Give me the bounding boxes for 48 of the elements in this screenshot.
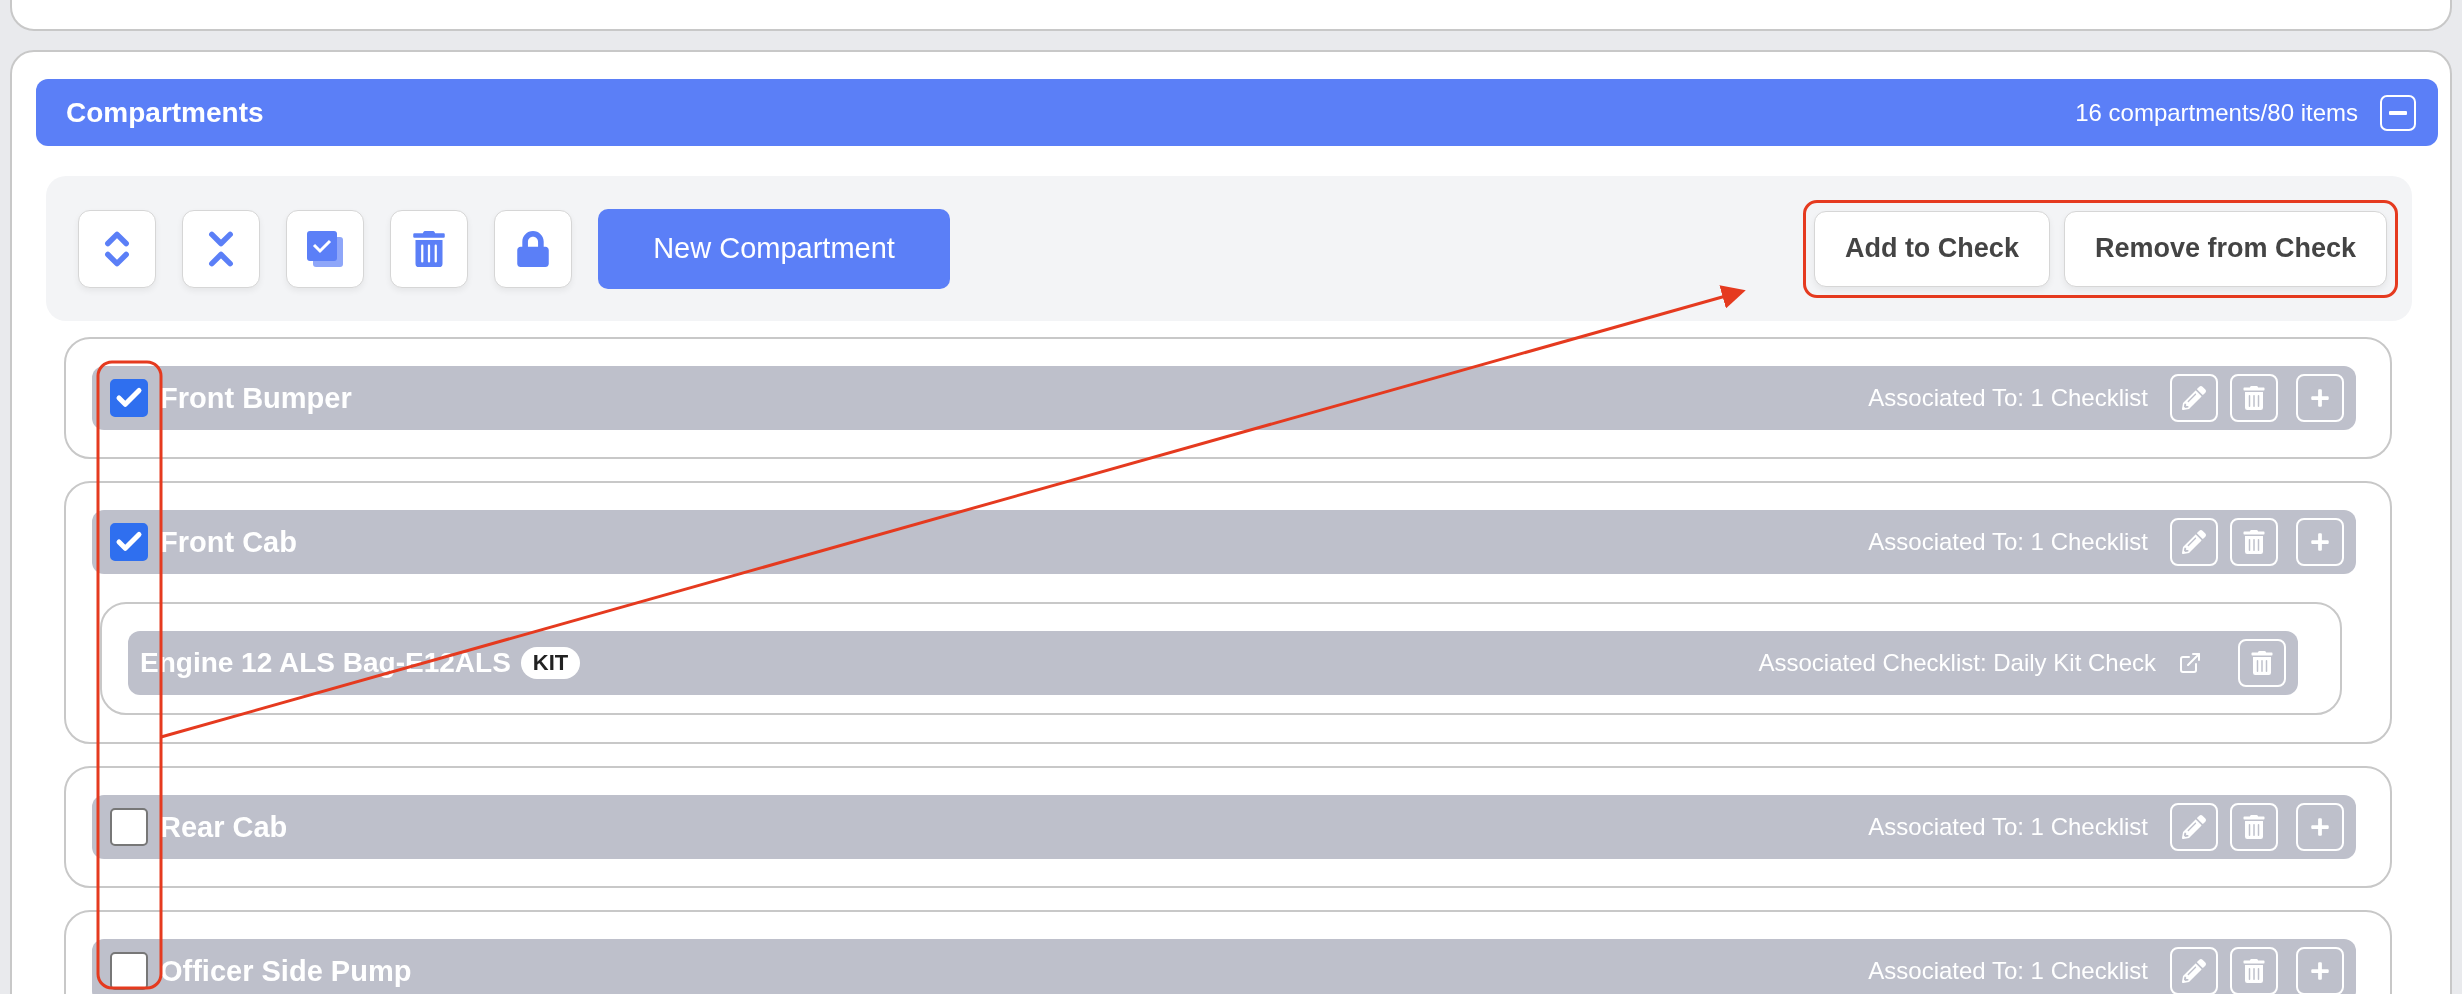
add-button[interactable]	[2296, 374, 2344, 422]
plus-icon	[2310, 388, 2330, 408]
edit-button[interactable]	[2170, 374, 2218, 422]
edit-button[interactable]	[2170, 803, 2218, 851]
add-button[interactable]	[2296, 518, 2344, 566]
plus-icon	[2310, 961, 2330, 981]
new-compartment-button[interactable]: New Compartment	[598, 208, 950, 289]
checkbox[interactable]	[110, 523, 148, 561]
pencil-icon	[2182, 959, 2206, 983]
select-all-button[interactable]	[286, 209, 364, 288]
section-summary: 16 compartments/80 items	[2075, 98, 2358, 127]
checkbox[interactable]	[110, 379, 148, 417]
trash-icon	[2242, 530, 2266, 554]
add-button[interactable]	[2296, 803, 2344, 851]
trash-icon	[2242, 815, 2266, 839]
collapse-all-button[interactable]	[182, 209, 260, 288]
edit-button[interactable]	[2170, 518, 2218, 566]
trash-icon	[2242, 959, 2266, 983]
trash-icon	[411, 230, 447, 267]
compartment-name: Officer Side Pump	[160, 954, 413, 988]
pencil-icon	[2182, 530, 2206, 554]
trash-icon	[2242, 386, 2266, 410]
section-title: Compartments	[66, 96, 265, 129]
checkbox-stack-icon	[305, 228, 345, 269]
association-text: Associated Checklist: Daily Kit Check	[1758, 649, 2156, 677]
association-text: Associated To: 1 Checklist	[1868, 813, 2148, 841]
delete-button[interactable]	[390, 209, 468, 288]
expand-all-button[interactable]	[78, 209, 156, 288]
lock-button[interactable]	[494, 209, 572, 288]
lock-icon	[515, 230, 551, 267]
checkbox[interactable]	[110, 952, 148, 990]
plus-icon	[2310, 817, 2330, 837]
plus-icon	[2310, 532, 2330, 552]
compartment-row[interactable]: Officer Side Pump Associated To: 1 Checklist	[92, 939, 2356, 994]
association-text: Associated To: 1 Checklist	[1868, 957, 2148, 985]
association-text: Associated To: 1 Checklist	[1868, 384, 2148, 412]
pencil-icon	[2182, 815, 2206, 839]
checkbox[interactable]	[110, 808, 148, 846]
edit-button[interactable]	[2170, 947, 2218, 994]
pencil-icon	[2182, 386, 2206, 410]
external-link-icon[interactable]	[2178, 651, 2202, 675]
check-action-button[interactable]: Remove from Check	[2063, 210, 2387, 287]
association-text: Associated To: 1 Checklist	[1868, 528, 2148, 556]
check-action-button[interactable]: Add to Check	[1813, 210, 2050, 287]
collapse-button[interactable]	[2380, 94, 2416, 131]
add-button[interactable]	[2296, 947, 2344, 994]
kit-tag: KIT	[520, 647, 581, 679]
trash-icon	[2250, 651, 2274, 675]
